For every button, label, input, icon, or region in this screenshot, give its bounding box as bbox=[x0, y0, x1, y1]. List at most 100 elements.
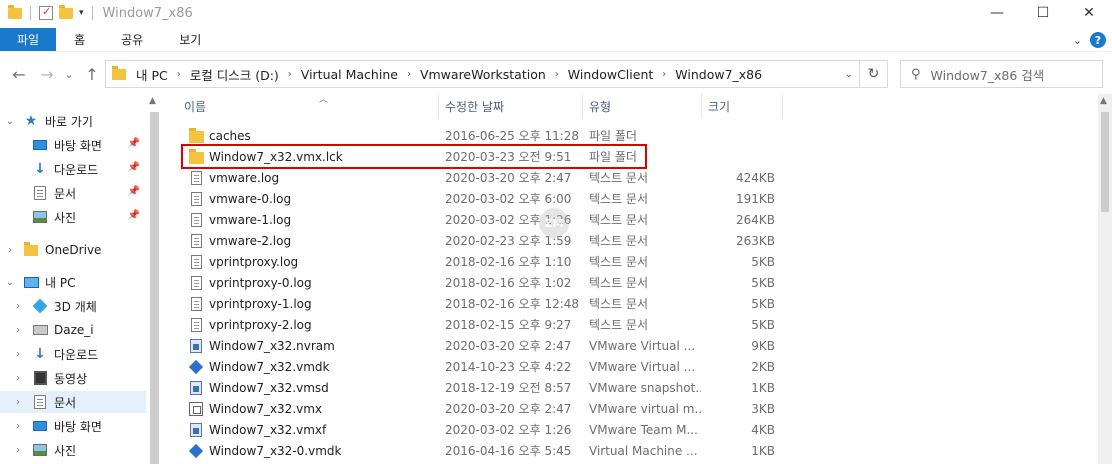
chevron-right-icon[interactable]: › bbox=[11, 421, 25, 432]
file-row[interactable]: vmware-0.log 2020-03-02 오후 6:00 텍스트 문서 191K… bbox=[178, 188, 1098, 209]
sidebar-item-label: 다운로드 bbox=[54, 162, 99, 177]
scroll-up-icon[interactable]: ▲ bbox=[149, 96, 156, 106]
chevron-right-icon[interactable]: › bbox=[11, 445, 25, 456]
file-row[interactable]: vmware-1.log 2020-03-02 오후 1:26 텍스트 문서 264K… bbox=[178, 209, 1098, 230]
file-row[interactable]: Window7_x32.vmxf 2020-03-02 오후 1:26 VMware… bbox=[178, 419, 1098, 440]
file-row[interactable]: vmware.log 2020-03-20 오후 2:47 텍스트 문서 424KB bbox=[178, 167, 1098, 188]
breadcrumb-item[interactable]: Window7_x86 bbox=[675, 67, 762, 82]
sidebar-scrollbar[interactable]: ▲ bbox=[146, 94, 163, 464]
breadcrumb-item[interactable]: WindowClient bbox=[568, 67, 653, 82]
breadcrumb-item[interactable]: 내 PC bbox=[136, 65, 168, 84]
chevron-right-icon[interactable]: › bbox=[288, 69, 292, 80]
file-name: Window7_x32.vmsd bbox=[209, 380, 329, 395]
file-list-scrollbar[interactable]: ▲ bbox=[1098, 94, 1112, 464]
chevron-right-icon[interactable]: › bbox=[555, 69, 559, 80]
pin-icon: 📌 bbox=[127, 138, 140, 149]
sidebar-item-desktop-pinned[interactable]: 바탕 화면 📌 bbox=[0, 134, 146, 156]
chevron-right-icon[interactable]: › bbox=[3, 245, 17, 256]
expand-ribbon-icon[interactable]: ⌄ bbox=[1073, 34, 1082, 47]
sidebar-item-desktop[interactable]: › 바탕 화면 bbox=[0, 415, 146, 437]
file-type: Virtual Machine ... bbox=[589, 443, 698, 458]
vmware-config-icon bbox=[188, 401, 204, 417]
file-row[interactable]: Window7_x32.vmx 2020-03-20 오후 2:47 VMware … bbox=[178, 398, 1098, 419]
sidebar-item-videos[interactable]: › 동영상 bbox=[0, 367, 146, 389]
new-folder-icon[interactable] bbox=[59, 4, 73, 19]
sidebar-item-downloads-pinned[interactable]: ↓ 다운로드 📌 bbox=[0, 158, 146, 180]
file-size: 5KB bbox=[751, 296, 775, 311]
file-row[interactable]: Window7_x32.vmdk 2014-10-23 오후 4:22 VMware… bbox=[178, 356, 1098, 377]
back-button[interactable]: ← bbox=[8, 58, 30, 90]
sidebar-item-label: 사진 bbox=[54, 443, 77, 458]
text-file-icon bbox=[188, 317, 204, 333]
recent-locations-button[interactable]: ⌄ bbox=[62, 58, 76, 90]
file-row[interactable]: Window7_x32-0.vmdk 2016-04-16 오후 5:45 Virt… bbox=[178, 440, 1098, 461]
sidebar-item-quick-access[interactable]: ⌄ ★ 바로 가기 bbox=[0, 110, 146, 132]
scrollbar-thumb[interactable] bbox=[150, 112, 159, 464]
file-row[interactable]: vprintproxy-0.log 2018-02-16 오후 1:02 텍스트 문… bbox=[178, 272, 1098, 293]
search-box[interactable]: ⚲ Window7_x86 검색 bbox=[900, 60, 1103, 88]
column-label: 수정한 날짜 bbox=[445, 99, 505, 114]
minimize-button[interactable]: — bbox=[974, 0, 1020, 26]
file-row[interactable]: caches 2016-06-25 오후 11:28 파일 폴더 bbox=[178, 125, 1098, 146]
sidebar-item-downloads[interactable]: › ↓ 다운로드 bbox=[0, 343, 146, 365]
file-row[interactable]: Window7_x32.nvram 2020-03-20 오후 2:47 VMwar… bbox=[178, 335, 1098, 356]
column-header-date[interactable]: 수정한 날짜 bbox=[439, 94, 583, 118]
forward-button[interactable]: → bbox=[36, 58, 58, 90]
sidebar-item-pictures-pinned[interactable]: 사진 📌 bbox=[0, 206, 146, 228]
tab-file[interactable]: 파일 bbox=[0, 28, 57, 51]
file-date: 2020-03-20 오후 2:47 bbox=[445, 402, 572, 416]
column-header-size[interactable]: 크기 bbox=[702, 94, 783, 118]
folder-icon[interactable] bbox=[8, 4, 22, 19]
scroll-up-icon[interactable]: ▲ bbox=[1100, 96, 1107, 106]
sidebar-item-onedrive[interactable]: › OneDrive bbox=[0, 239, 146, 261]
chevron-right-icon[interactable]: › bbox=[11, 301, 25, 312]
tab-share[interactable]: 공유 bbox=[103, 28, 161, 51]
properties-icon[interactable] bbox=[39, 5, 53, 20]
file-row[interactable]: vmware-2.log 2020-02-23 오후 1:59 텍스트 문서 263K… bbox=[178, 230, 1098, 251]
sidebar-item-3d-objects[interactable]: › 3D 개체 bbox=[0, 295, 146, 317]
close-button[interactable]: ✕ bbox=[1066, 0, 1112, 26]
customize-toolbar-icon[interactable]: ▾ bbox=[79, 8, 84, 18]
chevron-right-icon[interactable]: › bbox=[11, 397, 25, 408]
chevron-down-icon[interactable]: ⌄ bbox=[845, 61, 853, 87]
help-icon[interactable]: ? bbox=[1090, 32, 1106, 48]
sidebar-item-this-pc[interactable]: ⌄ 내 PC bbox=[0, 271, 146, 293]
sidebar-item-documents-pinned[interactable]: 문서 📌 bbox=[0, 182, 146, 204]
file-size: 2KB bbox=[751, 359, 775, 374]
column-header-type[interactable]: 유형 bbox=[583, 94, 702, 118]
file-row[interactable]: vprintproxy-1.log 2018-02-16 오후 12:48 텍스트 … bbox=[178, 293, 1098, 314]
sidebar-item-pictures[interactable]: › 사진 bbox=[0, 439, 146, 461]
scrollbar-thumb[interactable] bbox=[1101, 112, 1109, 212]
file-date: 2018-12-19 오전 8:57 bbox=[445, 381, 572, 395]
maximize-button[interactable]: ☐ bbox=[1020, 0, 1066, 26]
sidebar-item-documents[interactable]: › 문서 bbox=[0, 391, 146, 413]
file-date: 2020-03-20 오후 2:47 bbox=[445, 339, 572, 353]
desktop-icon bbox=[32, 137, 48, 153]
breadcrumb-item[interactable]: Virtual Machine bbox=[301, 67, 398, 82]
column-header-name[interactable]: 이름 ︿ bbox=[178, 94, 439, 118]
file-type: 텍스트 문서 bbox=[589, 297, 649, 311]
file-row[interactable]: vprintproxy.log 2018-02-16 오후 1:10 텍스트 문서 5… bbox=[178, 251, 1098, 272]
file-name: vprintproxy-1.log bbox=[209, 296, 312, 311]
tab-home[interactable]: 홈 bbox=[56, 28, 103, 51]
chevron-down-icon[interactable]: ⌄ bbox=[3, 116, 17, 127]
breadcrumb-item[interactable]: VmwareWorkstation bbox=[420, 67, 546, 82]
chevron-right-icon[interactable]: › bbox=[177, 69, 181, 80]
chevron-right-icon[interactable]: › bbox=[11, 325, 25, 336]
search-input[interactable]: Window7_x86 검색 bbox=[931, 65, 1045, 84]
chevron-right-icon[interactable]: › bbox=[11, 349, 25, 360]
file-name: Window7_x32.nvram bbox=[209, 338, 335, 353]
breadcrumb-item[interactable]: 로컬 디스크 (D:) bbox=[190, 65, 279, 84]
refresh-button[interactable]: ↻ bbox=[859, 61, 887, 87]
sidebar-item-daze-i[interactable]: › Daze_i bbox=[0, 319, 146, 341]
file-row[interactable]: Window7_x32.vmsd 2018-12-19 오전 8:57 VMware… bbox=[178, 377, 1098, 398]
tab-view[interactable]: 보기 bbox=[161, 28, 219, 51]
up-button[interactable]: ↑ bbox=[82, 58, 102, 90]
chevron-right-icon[interactable]: › bbox=[662, 69, 666, 80]
file-row[interactable]: vprintproxy-2.log 2018-02-15 오후 9:27 텍스트 문… bbox=[178, 314, 1098, 335]
chevron-right-icon[interactable]: › bbox=[407, 69, 411, 80]
chevron-down-icon[interactable]: ⌄ bbox=[3, 277, 17, 288]
address-bar[interactable]: 내 PC › 로컬 디스크 (D:) › Virtual Machine › Vmwa… bbox=[105, 60, 888, 88]
sidebar-item-label: 내 PC bbox=[45, 275, 76, 290]
chevron-right-icon[interactable]: › bbox=[11, 373, 25, 384]
